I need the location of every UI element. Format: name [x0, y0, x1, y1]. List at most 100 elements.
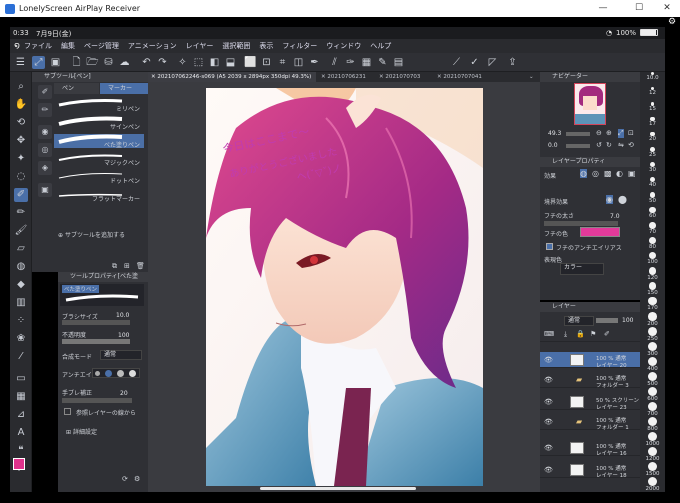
brush-size-preset[interactable]: 60: [643, 207, 662, 219]
opacity-slider[interactable]: [62, 339, 130, 344]
brush-size-preset[interactable]: 40: [643, 177, 662, 188]
reset-icon[interactable]: ⟳: [122, 475, 128, 483]
brush-item[interactable]: フラットマーカー: [54, 188, 144, 203]
snap-icon[interactable]: ✒: [308, 56, 321, 69]
edge-size-value[interactable]: 7.0: [610, 213, 620, 220]
brush-size-preset[interactable]: 300: [643, 342, 662, 357]
settings-subtool-icon[interactable]: ⊞: [124, 262, 130, 270]
effect-tone-icon[interactable]: ◎: [592, 169, 599, 178]
add-subtool-button[interactable]: ⊕ サブツールを追加する: [58, 230, 125, 239]
airbrush-icon[interactable]: ⁘: [14, 314, 28, 328]
brush-group-icon[interactable]: ◉: [38, 125, 52, 139]
detail-settings-button[interactable]: ⊞ 詳細設定: [66, 427, 97, 436]
brush-size-preset[interactable]: 50: [643, 192, 662, 204]
decoration-icon[interactable]: ❀: [14, 332, 28, 346]
scale-icon[interactable]: ⬓: [224, 56, 237, 69]
eye-icon[interactable]: 👁: [544, 376, 553, 384]
edge-size-slider[interactable]: [544, 221, 618, 226]
menu-file[interactable]: ファイル: [24, 41, 52, 51]
stabilize-value[interactable]: 20: [120, 390, 128, 397]
menu-window[interactable]: ウィンドウ: [326, 41, 361, 51]
chevron-down-icon[interactable]: ⌄: [526, 72, 538, 82]
layer-row-selected[interactable]: 👁 100 % 通常 レイヤー 20: [540, 352, 640, 369]
grid-snap-icon[interactable]: ▦: [360, 56, 373, 69]
edge-color-swatch[interactable]: [580, 227, 620, 237]
brush-size-preset[interactable]: 30: [643, 162, 662, 173]
menu-help[interactable]: ヘルプ: [370, 41, 391, 51]
cloud-icon[interactable]: ☁: [118, 56, 131, 69]
save-icon[interactable]: ⛁: [102, 56, 115, 69]
clip-icon[interactable]: ⤓: [564, 330, 567, 339]
tool-settings-icon[interactable]: ⚙: [134, 475, 140, 483]
new-file-icon[interactable]: 🗋: [70, 56, 83, 69]
lock-icon[interactable]: 🔒: [576, 330, 585, 338]
effect-color-icon[interactable]: ◐: [616, 169, 623, 178]
layer-row[interactable]: 👁 ▰ 100 % 通常 フォルダー 3: [540, 372, 640, 389]
brush-size-preset[interactable]: 700: [643, 402, 662, 417]
brush-size-preset[interactable]: 800: [643, 417, 662, 432]
brush-size-preset[interactable]: 20: [643, 132, 662, 142]
clip-studio-logo-icon[interactable]: ໑: [10, 41, 24, 51]
zoom-value[interactable]: 49.3: [548, 130, 561, 137]
special-ruler-icon[interactable]: ✑: [344, 56, 357, 69]
home-indicator[interactable]: [260, 487, 416, 490]
ref-icon[interactable]: ⚑: [590, 330, 596, 338]
redo-icon[interactable]: ↷: [156, 56, 169, 69]
airbrush-group-icon[interactable]: ◎: [38, 143, 52, 157]
brush-size-preset[interactable]: 120: [643, 267, 662, 281]
select-all-icon[interactable]: ⬜: [244, 56, 257, 69]
material-group-icon[interactable]: ▣: [38, 183, 52, 197]
zoom-slider[interactable]: [566, 132, 590, 136]
brush-size-preset[interactable]: 10.0: [643, 72, 662, 81]
menu-selection[interactable]: 選択範囲: [222, 41, 250, 51]
blend-mode-select[interactable]: 通常: [100, 350, 142, 360]
perspective-icon[interactable]: ◸: [486, 56, 499, 69]
move-icon[interactable]: ✥: [14, 134, 28, 148]
document-tab-active[interactable]: ✕ 20210706224​6-s069 (A5 2039 x 2894px 3…: [148, 72, 316, 82]
antialias-selector[interactable]: [92, 368, 140, 378]
balloon-icon[interactable]: ❝: [14, 444, 28, 458]
modify-icon[interactable]: ⤢: [32, 56, 45, 69]
effect-mask-icon[interactable]: ▩: [604, 169, 612, 178]
undo-icon[interactable]: ↶: [140, 56, 153, 69]
brush-size-preset[interactable]: 15: [643, 102, 662, 112]
brush-size-preset[interactable]: 1200: [643, 447, 662, 462]
ruler-icon[interactable]: ⊿: [14, 408, 28, 422]
eye-icon[interactable]: 👁: [544, 418, 553, 426]
menu-animation[interactable]: アニメーション: [128, 41, 177, 51]
blend-icon[interactable]: ◍: [14, 260, 28, 274]
brush-size-preset[interactable]: 25: [643, 147, 662, 158]
brush-size-preset[interactable]: 400: [643, 357, 662, 372]
table-icon[interactable]: ▤: [392, 56, 405, 69]
close-button[interactable]: ✕: [652, 0, 680, 17]
clear-icon[interactable]: ✧: [176, 56, 189, 69]
document-tab[interactable]: ✕ 20210706231: [318, 72, 374, 82]
zoom-out-icon[interactable]: ⊖: [596, 129, 602, 137]
brush-size-preset[interactable]: 100: [643, 252, 662, 265]
eyedropper-icon[interactable]: ⁄: [14, 350, 28, 364]
navigator-thumbnail[interactable]: [574, 83, 606, 125]
brush-icon[interactable]: 🖌: [14, 224, 28, 238]
brush-item[interactable]: ミリペン: [54, 98, 144, 113]
layer-row[interactable]: 👁 ▰ 100 % 通常 フォルダー 1: [540, 414, 640, 431]
reset-rotate-icon[interactable]: ⟲: [628, 141, 634, 149]
color-swatch[interactable]: [13, 458, 31, 476]
rotate-slider[interactable]: [566, 144, 590, 148]
lasso-icon[interactable]: ◌: [14, 170, 28, 184]
brush-item[interactable]: サインペン: [54, 116, 144, 131]
layer-row[interactable]: 👁 100 % 通常 レイヤー 18: [540, 462, 640, 479]
brush-size-preset[interactable]: 70: [643, 222, 662, 235]
tab-pen[interactable]: ペン: [54, 83, 99, 94]
text-tool-icon[interactable]: A: [14, 426, 28, 440]
zoom-in-icon[interactable]: ⊕: [606, 129, 612, 137]
brush-size-preset[interactable]: 80: [643, 237, 662, 250]
effect-grid-icon[interactable]: ▣: [628, 169, 636, 178]
copy-subtool-icon[interactable]: ⧉: [112, 262, 117, 271]
menu-layer[interactable]: レイヤー: [186, 41, 214, 51]
invert-icon[interactable]: ◫: [292, 56, 305, 69]
ruler-snap-icon[interactable]: ⫽: [328, 56, 341, 69]
edge-aa-checkbox[interactable]: [546, 243, 553, 250]
clear-outside-icon[interactable]: ⬚: [192, 56, 205, 69]
delete-subtool-icon[interactable]: 🗑: [136, 262, 145, 270]
menu-edit[interactable]: 編集: [61, 41, 75, 51]
